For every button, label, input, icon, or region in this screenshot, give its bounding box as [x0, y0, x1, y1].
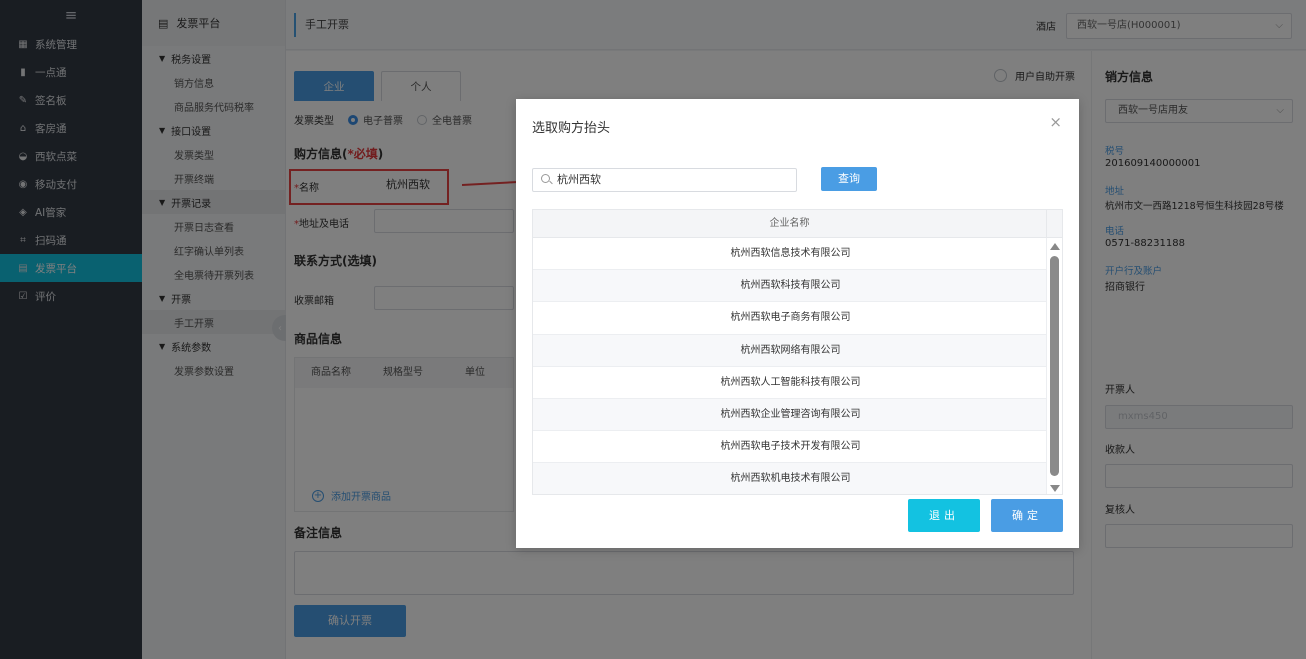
scroll-up-icon[interactable] [1050, 243, 1060, 250]
company-row[interactable]: 杭州西软机电技术有限公司 [533, 463, 1048, 494]
company-row[interactable]: 杭州西软企业管理咨询有限公司 [533, 398, 1048, 432]
company-row[interactable]: 杭州西软电子技术开发有限公司 [533, 431, 1048, 464]
company-list: 企业名称 杭州西软信息技术有限公司 杭州西软科技有限公司 杭州西软电子商务有限公司杭… [532, 209, 1063, 495]
select-buyer-dialog: 选取购方抬头 × 杭州西软 查询 企业名称 杭州西软信息技术有限公司 杭州西软科技… [516, 99, 1079, 548]
company-row[interactable]: 杭州西软电子商务有限公司 [533, 302, 1048, 335]
company-row[interactable]: 杭州西软信息技术有限公司 [533, 238, 1048, 271]
scrollbar[interactable] [1046, 238, 1062, 494]
close-icon[interactable]: × [1049, 113, 1062, 131]
company-row[interactable]: 杭州西软网络有限公司 [533, 334, 1048, 367]
company-row[interactable]: 杭州西软人工智能科技有限公司 [533, 366, 1048, 399]
query-button[interactable]: 查询 [821, 167, 877, 191]
search-icon [541, 174, 550, 183]
company-row[interactable]: 杭州西软科技有限公司 [533, 270, 1048, 303]
search-input[interactable]: 杭州西软 [532, 168, 797, 192]
exit-button[interactable]: 退出 [908, 499, 980, 532]
ok-button[interactable]: 确定 [991, 499, 1063, 532]
scroll-down-icon[interactable] [1050, 485, 1060, 492]
dialog-title: 选取购方抬头 [532, 121, 611, 136]
col-header-company: 企业名称 [769, 218, 810, 229]
scroll-thumb[interactable] [1050, 256, 1059, 476]
